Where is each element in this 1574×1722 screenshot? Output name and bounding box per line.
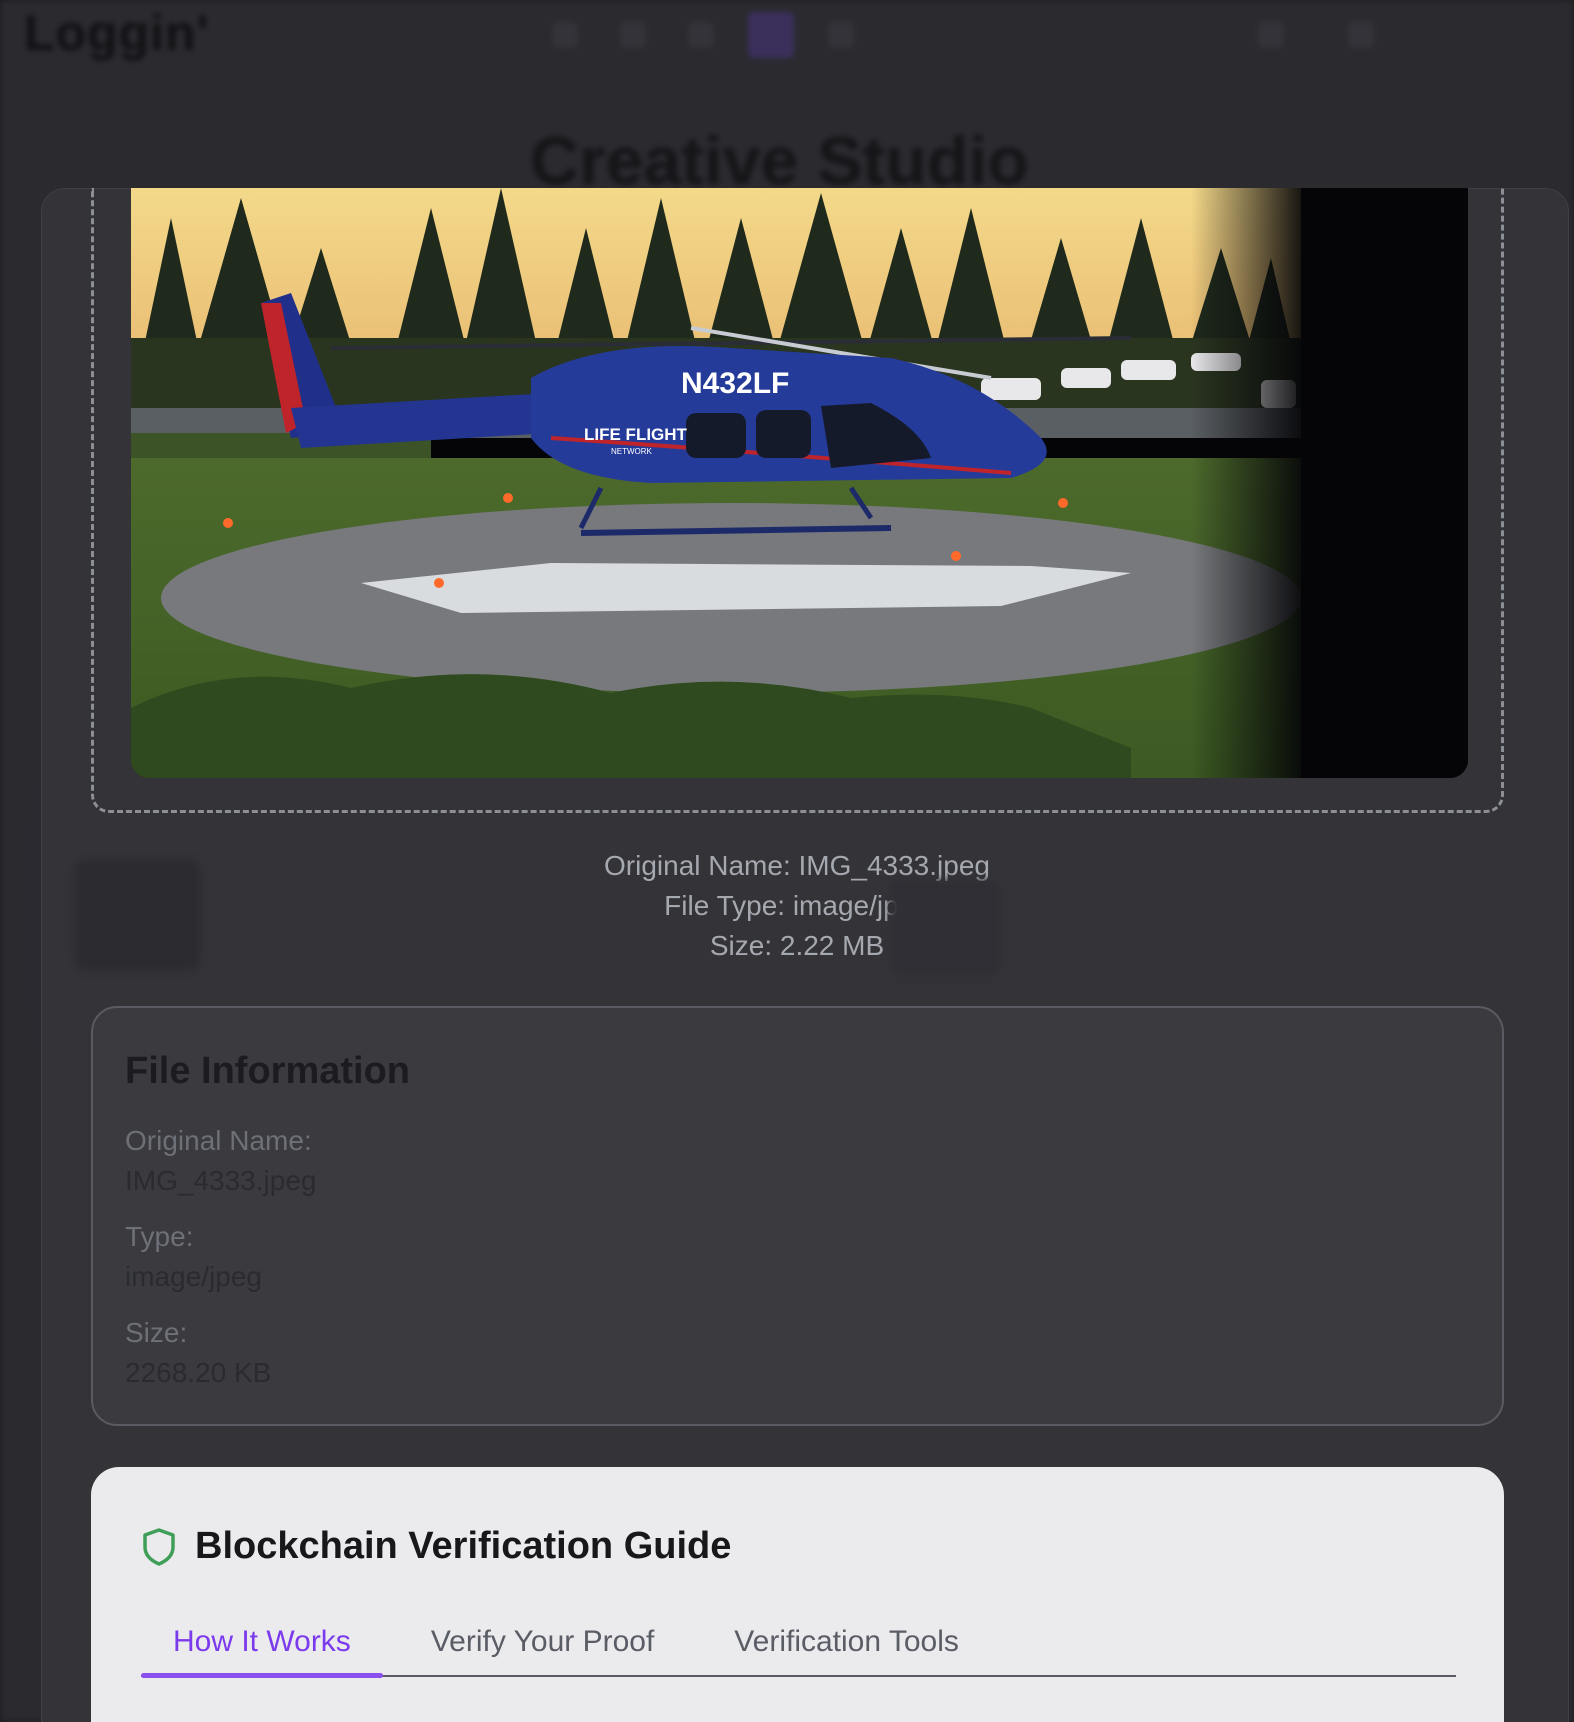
field-value: IMG_4333.jpeg [125, 1165, 317, 1196]
nav-icon [620, 22, 646, 48]
image-preview: N432LF LIFE FLIGHT NETWORK [131, 188, 1468, 778]
summary-file-type: File Type: image/jpeg [664, 890, 930, 921]
field-value: image/jpeg [125, 1261, 262, 1292]
field-original-name: Original Name: IMG_4333.jpeg [125, 1121, 1470, 1201]
helicopter-photo: N432LF LIFE FLIGHT NETWORK [131, 188, 1468, 778]
nav-icon-active [748, 12, 794, 58]
background-thumbnail [75, 860, 200, 970]
guide-header: Blockchain Verification Guide [141, 1525, 731, 1568]
file-information-title: File Information [125, 1050, 410, 1092]
nav-icon [552, 22, 578, 48]
verification-guide-panel: Blockchain Verification Guide How It Wor… [91, 1467, 1504, 1722]
tab-verification-tools[interactable]: Verification Tools [702, 1607, 991, 1675]
tab-verify-your-proof[interactable]: Verify Your Proof [399, 1607, 686, 1675]
background-logo: Loggin' [24, 5, 210, 61]
shield-icon [143, 1527, 175, 1566]
file-information-panel: File Information Original Name: IMG_4333… [91, 1006, 1504, 1426]
field-label: Original Name: [125, 1125, 312, 1156]
field-size: Size: 2268.20 KB [125, 1313, 1470, 1393]
aircraft-brand-sub: NETWORK [611, 447, 653, 456]
nav-icon [828, 22, 854, 48]
summary-original-name: Original Name: IMG_4333.jpeg [604, 850, 990, 881]
nav-icon [688, 22, 714, 48]
guide-tabs: How It Works Verify Your Proof Verificat… [141, 1607, 1456, 1678]
background-navbar: Loggin' [0, 0, 1574, 68]
aircraft-registration: N432LF [681, 367, 789, 400]
field-value: 2268.20 KB [125, 1357, 272, 1388]
background-card [890, 880, 1000, 975]
guide-title: Blockchain Verification Guide [195, 1525, 732, 1567]
user-icon [1348, 22, 1374, 48]
field-label: Type: [125, 1221, 194, 1252]
aircraft-brand: LIFE FLIGHT [584, 425, 688, 444]
field-label: Size: [125, 1317, 188, 1348]
file-summary: Original Name: IMG_4333.jpeg File Type: … [0, 846, 1574, 966]
tab-how-it-works[interactable]: How It Works [141, 1607, 383, 1678]
summary-size: Size: 2.22 MB [709, 930, 885, 961]
field-type: Type: image/jpeg [125, 1217, 1470, 1297]
notification-icon [1258, 22, 1284, 48]
